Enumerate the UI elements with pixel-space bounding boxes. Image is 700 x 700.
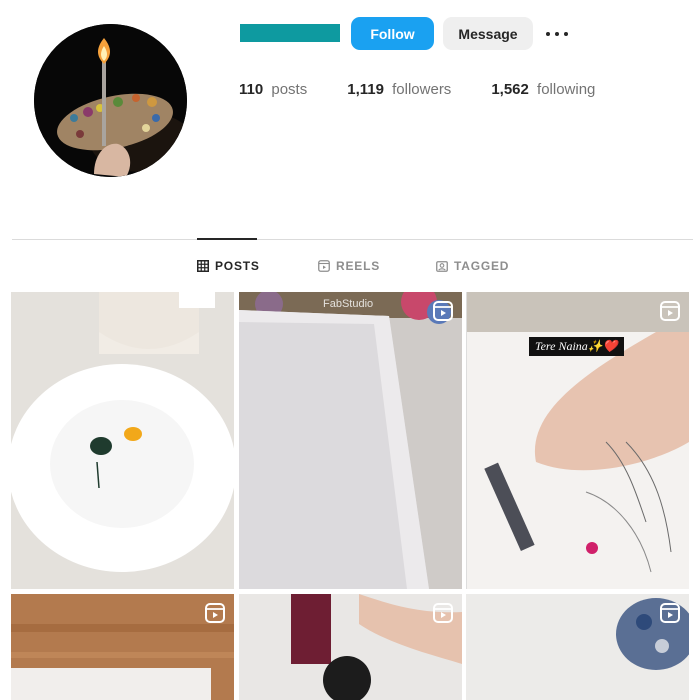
tagged-icon [436,261,448,272]
reel-icon [660,603,680,623]
following-label: following [537,81,596,98]
reel-icon [433,301,453,321]
tabs-divider [12,239,693,240]
plate-paint-thumbnail [11,292,234,589]
followers-stat[interactable]: 1,119 followers [347,81,451,98]
posts-count: 110 [239,81,264,98]
post-overlay-text: Tere Naina✨❤️ [529,337,624,356]
tab-reels-label: REELS [336,259,381,273]
more-dot [564,32,568,36]
post-overlay-text: FabStudio [323,298,374,310]
posts-label: posts [271,81,308,98]
active-tab-indicator [197,238,257,240]
tab-posts-label: POSTS [215,259,260,273]
reels-icon [318,260,330,272]
username-redacted [240,24,340,42]
post-tile-3[interactable]: Tere Naina✨❤️ [466,292,689,589]
message-button[interactable]: Message [443,17,533,50]
post-tile-2[interactable]: FabStudio [239,292,462,589]
reel-icon [433,603,453,623]
grid-icon [197,260,209,272]
paint-bottle-thumbnail [239,594,462,700]
followers-label: followers [392,81,452,98]
more-dot [555,32,559,36]
follow-button[interactable]: Follow [351,17,434,50]
wood-table-thumbnail [11,594,234,700]
palette-thumbnail [466,594,689,700]
avatar-palette-image [34,24,187,177]
reel-icon [205,603,225,623]
blank-canvas-thumbnail [239,292,462,589]
tab-posts[interactable]: POSTS [197,259,260,273]
post-tile-4[interactable] [11,594,234,700]
posts-stat: 110 posts [239,81,307,98]
followers-count: 1,119 [347,81,384,98]
post-tile-5[interactable] [239,594,462,700]
tab-tagged-label: TAGGED [454,259,510,273]
tab-reels[interactable]: REELS [318,259,380,273]
following-stat[interactable]: 1,562 following [491,81,595,98]
post-tile-6[interactable] [466,594,689,700]
tab-tagged[interactable]: TAGGED [436,259,509,273]
more-options-icon[interactable] [545,24,569,44]
following-count: 1,562 [491,81,529,98]
reel-icon [660,301,680,321]
more-dot [546,32,550,36]
profile-stats: 110 posts 1,119 followers 1,562 followin… [239,81,635,98]
profile-avatar[interactable] [34,24,187,177]
post-tile-1[interactable] [11,292,234,589]
